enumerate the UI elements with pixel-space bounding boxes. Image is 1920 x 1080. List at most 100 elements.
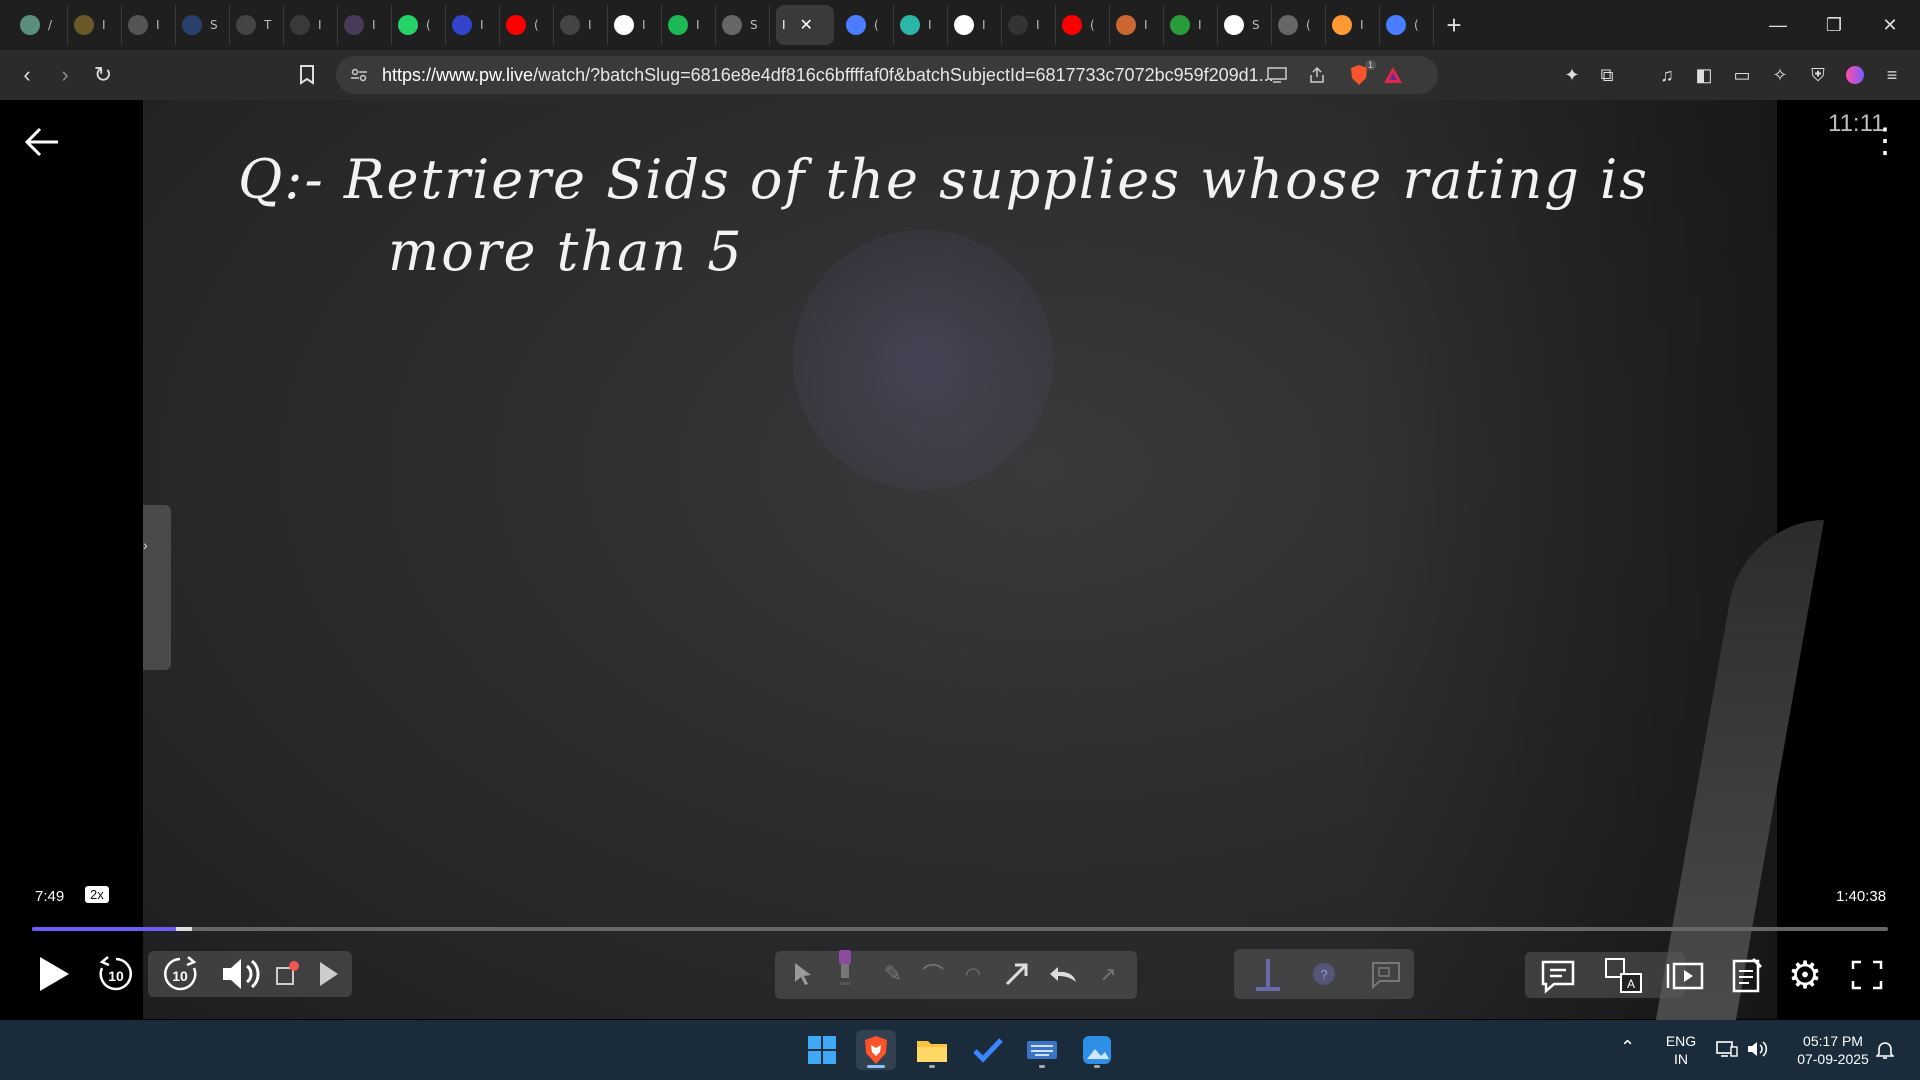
google-favicon-icon (954, 15, 974, 35)
pointer-icon[interactable] (788, 956, 818, 992)
tab-after-9[interactable]: I (1326, 5, 1380, 45)
tab-before-4[interactable]: T (230, 5, 284, 45)
side-panel-handle[interactable]: › (143, 505, 171, 670)
sidebar-icon[interactable]: ◧ (1692, 63, 1716, 87)
tab-before-2[interactable]: I (122, 5, 176, 45)
todo-icon[interactable] (968, 1030, 1008, 1070)
tab-title: ( (1090, 18, 1095, 32)
show-hidden-icons[interactable]: ⌃ (1620, 1038, 1635, 1056)
profile-icon[interactable] (1843, 63, 1867, 87)
undo-icon[interactable] (1046, 956, 1082, 992)
video-chat-icon[interactable] (1366, 956, 1406, 992)
vpn-icon[interactable]: ⛨ (1806, 63, 1830, 87)
tab-before-11[interactable]: I (608, 5, 662, 45)
site-settings-icon[interactable] (348, 64, 370, 86)
tab-before-1[interactable]: I (68, 5, 122, 45)
menu-icon[interactable]: ≡ (1880, 63, 1904, 87)
pw-favicon-icon (900, 15, 920, 35)
tab-before-10[interactable]: I (554, 5, 608, 45)
restore-icon[interactable]: ❐ (1806, 0, 1862, 50)
screenshot-icon[interactable]: ⧉ (1595, 63, 1619, 87)
tab-before-5[interactable]: I (284, 5, 338, 45)
tab-after-10[interactable]: ( (1380, 5, 1434, 45)
highlighter-icon[interactable] (830, 946, 860, 990)
share-icon[interactable] (1306, 64, 1328, 86)
minimize-icon[interactable]: — (1750, 0, 1806, 50)
more-options-icon[interactable]: ⋮ (1868, 124, 1902, 158)
forward-10-icon[interactable]: 10 (158, 952, 202, 996)
chat-icon[interactable] (1536, 954, 1580, 998)
settings-gear-icon[interactable]: ⚙ (1782, 952, 1828, 998)
tab-before-13[interactable]: S (716, 5, 770, 45)
back-icon[interactable]: ‹ (12, 60, 42, 90)
url-text[interactable]: https://www.pw.live/watch/?batchSlug=681… (382, 65, 1274, 86)
notification-bell-icon[interactable] (1875, 1040, 1895, 1064)
tab-before-9[interactable]: ( (500, 5, 554, 45)
tab-before-12[interactable]: I (662, 5, 716, 45)
question-icon[interactable]: ? (1306, 956, 1342, 992)
wallet-icon[interactable]: ▭ (1730, 63, 1754, 87)
tab-after-3[interactable]: I (1002, 5, 1056, 45)
tab-after-8[interactable]: ( (1272, 5, 1326, 45)
media-icon[interactable]: ♫ (1655, 63, 1679, 87)
close-window-icon[interactable]: ✕ (1862, 0, 1918, 50)
progress-bar[interactable] (32, 927, 1888, 931)
play-icon[interactable] (32, 952, 76, 996)
back-arrow-icon[interactable] (22, 122, 66, 166)
extensions-icon[interactable]: ✦ (1560, 63, 1584, 87)
eraser-icon[interactable]: ◠ (958, 956, 988, 992)
forward-icon[interactable]: › (50, 60, 80, 90)
tab-after-0[interactable]: ( (840, 5, 894, 45)
doubt-icon[interactable] (272, 956, 302, 992)
tab-after-4[interactable]: ( (1056, 5, 1110, 45)
playback-speed-badge[interactable]: 2x (85, 886, 109, 903)
tab-before-3[interactable]: S (176, 5, 230, 45)
language-indicator[interactable]: ENG IN (1660, 1032, 1702, 1068)
current-time: 7:49 (35, 888, 65, 905)
cast-icon[interactable] (1266, 64, 1288, 86)
address-bar[interactable]: https://www.pw.live/watch/?batchSlug=681… (336, 56, 1438, 94)
tab-active[interactable]: I ✕ (776, 5, 834, 45)
tab-title: I (1036, 18, 1040, 32)
next-icon[interactable] (314, 956, 344, 992)
translate-icon[interactable]: A (1602, 954, 1646, 998)
tab-after-5[interactable]: I (1110, 5, 1164, 45)
shape-icon[interactable]: ⌒ (918, 956, 948, 992)
screen-favicon-icon (1008, 15, 1028, 35)
tab-before-8[interactable]: I (446, 5, 500, 45)
notes-icon[interactable] (1726, 952, 1770, 998)
leo-ai-icon[interactable]: ✧ (1768, 63, 1792, 87)
tab-after-6[interactable]: I (1164, 5, 1218, 45)
tab-title: I (928, 18, 932, 32)
tab-before-0[interactable]: / (14, 5, 68, 45)
slides-icon[interactable] (1664, 954, 1708, 998)
bookmark-icon[interactable] (292, 60, 322, 90)
tab-after-7[interactable]: S (1218, 5, 1272, 45)
close-icon[interactable]: ✕ (800, 15, 813, 35)
arrow-tool-icon[interactable] (1000, 956, 1034, 992)
speaker-icon[interactable] (1746, 1040, 1768, 1062)
keyboard-app-icon[interactable] (1022, 1030, 1062, 1070)
clock[interactable]: 05:17 PM 07-09-2025 (1778, 1032, 1888, 1068)
brave-rewards-icon[interactable] (1382, 64, 1404, 86)
file-explorer-icon[interactable] (912, 1030, 952, 1070)
gemini-favicon-icon (1386, 15, 1406, 35)
tab-before-6[interactable]: I (338, 5, 392, 45)
network-icon[interactable] (1716, 1040, 1738, 1062)
rewind-10-icon[interactable]: 10 (94, 952, 138, 996)
brave-browser-taskbar-icon[interactable] (856, 1030, 896, 1070)
pen-icon[interactable]: ✎ (878, 956, 908, 992)
tab-before-7[interactable]: ( (392, 5, 446, 45)
new-tab-button[interactable]: + (1434, 5, 1474, 45)
fullscreen-icon[interactable] (1846, 954, 1888, 996)
brave-shields-icon[interactable]: 1 (1348, 60, 1376, 86)
windows-start-icon[interactable] (802, 1030, 842, 1070)
video-player[interactable]: Q:- Retriere Sids of the supplies whose … (0, 100, 1920, 1020)
photos-app-icon[interactable] (1077, 1030, 1117, 1070)
tab-after-2[interactable]: I (948, 5, 1002, 45)
reload-icon[interactable]: ↻ (88, 60, 118, 90)
tab-after-1[interactable]: I (894, 5, 948, 45)
redo-icon[interactable]: ↗ (1090, 956, 1126, 992)
volume-icon[interactable] (218, 952, 266, 996)
ruler-icon[interactable] (1250, 956, 1286, 994)
